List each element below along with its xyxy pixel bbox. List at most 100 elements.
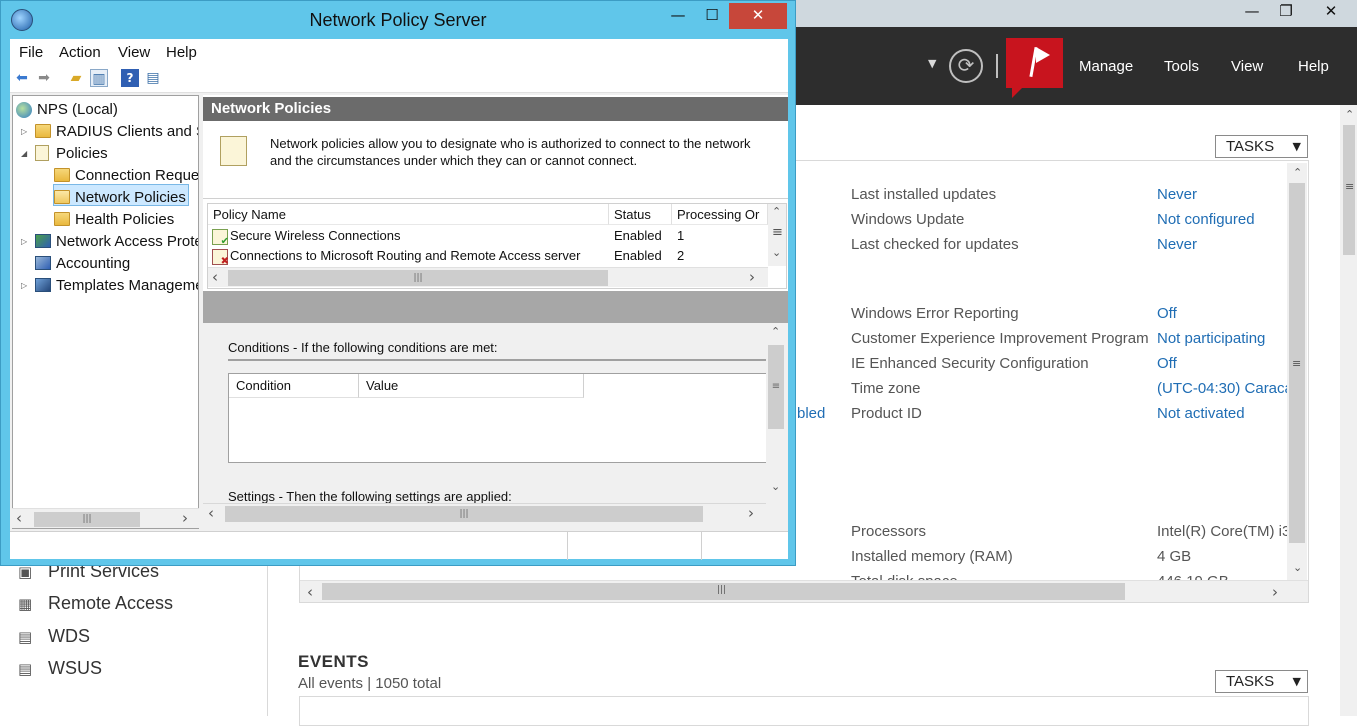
- tree-item-label: Connection Reque: [75, 167, 199, 184]
- scroll-up-icon[interactable]: ⌃: [771, 325, 780, 338]
- menu-help[interactable]: Help: [1298, 58, 1329, 75]
- partial-link-text[interactable]: bled: [797, 405, 825, 422]
- policies-list: Policy Name Status Processing Or ✔ Secur…: [207, 203, 787, 289]
- notifications-dropdown-icon[interactable]: ▼: [928, 57, 936, 70]
- scroll-right-icon[interactable]: ›: [1272, 583, 1278, 601]
- events-tasks-button[interactable]: TASKS ▼: [1215, 670, 1308, 693]
- globe-icon: [16, 102, 32, 118]
- policy-name: Secure Wireless Connections: [230, 228, 401, 243]
- forward-arrow-icon[interactable]: ➡: [35, 69, 53, 87]
- policy-enabled-icon: ✔: [212, 229, 229, 247]
- tree-scroll-thumb[interactable]: |||: [34, 512, 140, 527]
- scroll-left-icon[interactable]: ‹: [212, 268, 218, 286]
- remote-access-icon: ▦: [18, 595, 33, 613]
- templates-icon: [35, 278, 51, 292]
- console-tree: NPS (Local) ▷ RADIUS Clients and S ◢ Pol…: [12, 95, 199, 529]
- tree-item-label: Network Policies: [75, 189, 186, 206]
- help-icon[interactable]: ?: [121, 69, 139, 87]
- scroll-left-icon[interactable]: ‹: [208, 504, 214, 522]
- scroll-down-icon[interactable]: ⌄: [771, 480, 780, 493]
- collapse-icon[interactable]: ◢: [21, 149, 27, 158]
- tree-item-label: Templates Manageme: [56, 277, 199, 294]
- prop-value-link[interactable]: Not participating: [1157, 330, 1265, 347]
- column-header-policy-name[interactable]: Policy Name: [208, 204, 609, 225]
- show-hide-tree-icon[interactable]: ▥: [90, 69, 108, 87]
- minimize-button[interactable]: —: [661, 3, 695, 29]
- prop-value-link[interactable]: Never: [1157, 186, 1197, 203]
- prop-value-link[interactable]: Not configured: [1157, 211, 1255, 228]
- expand-icon[interactable]: ▷: [21, 281, 27, 290]
- prop-key: Installed memory (RAM): [851, 548, 1013, 565]
- menu-file[interactable]: File: [19, 44, 43, 61]
- column-header-value[interactable]: Value: [359, 374, 584, 398]
- details-horizontal-scrollbar[interactable]: ‹ ||| ›: [203, 503, 766, 523]
- events-panel: [299, 696, 1309, 726]
- tree-horizontal-scrollbar[interactable]: ‹ ||| ›: [12, 508, 199, 528]
- prop-key: Customer Experience Improvement Program: [851, 330, 1149, 347]
- scroll-left-icon[interactable]: ‹: [16, 509, 22, 527]
- column-header-processing-order[interactable]: Processing Or: [672, 204, 768, 225]
- refresh-icon[interactable]: ⟳: [949, 49, 983, 83]
- notifications-flag-icon[interactable]: [1006, 38, 1063, 88]
- details-h-scroll-thumb[interactable]: |||: [225, 506, 703, 522]
- scroll-down-icon[interactable]: ⌄: [1293, 561, 1302, 574]
- prop-value-link[interactable]: Not activated: [1157, 405, 1245, 422]
- menu-tools[interactable]: Tools: [1164, 58, 1199, 75]
- conditions-label: Conditions - If the following conditions…: [228, 340, 498, 355]
- scroll-up-icon[interactable]: ⌃: [772, 205, 781, 218]
- policy-document-icon: [220, 136, 247, 166]
- status-bar: [10, 531, 788, 560]
- sm-minimize-button[interactable]: —: [1234, 0, 1270, 22]
- close-button[interactable]: ✕: [729, 3, 787, 29]
- tree-item-label: Policies: [56, 145, 108, 162]
- menu-help[interactable]: Help: [166, 44, 197, 61]
- scroll-up-icon[interactable]: ⌃: [1293, 166, 1302, 179]
- column-header-condition[interactable]: Condition: [229, 374, 359, 398]
- list-scroll-thumb[interactable]: |||: [228, 270, 608, 286]
- grip-icon: ≡: [1292, 357, 1302, 370]
- prop-value-link[interactable]: Off: [1157, 305, 1177, 322]
- details-scroll-thumb[interactable]: ≡: [768, 345, 784, 429]
- properties-icon[interactable]: ▤: [144, 69, 162, 87]
- scroll-left-icon[interactable]: ‹: [307, 583, 313, 601]
- nav-item-wsus[interactable]: ▤ WSUS: [18, 658, 102, 679]
- sm-close-button[interactable]: ✕: [1313, 0, 1349, 22]
- pane-splitter[interactable]: [203, 291, 788, 323]
- server-icon: ▤: [18, 660, 33, 678]
- folder-icon: [35, 124, 51, 138]
- menu-view[interactable]: View: [118, 44, 150, 61]
- prop-value-link[interactable]: Off: [1157, 355, 1177, 372]
- scroll-right-icon[interactable]: ›: [182, 509, 188, 527]
- menu-manage[interactable]: Manage: [1079, 58, 1133, 75]
- tree-item-label: NPS (Local): [37, 101, 118, 118]
- sm-restore-button[interactable]: ❐: [1268, 0, 1304, 22]
- back-arrow-icon[interactable]: ⬅: [13, 69, 31, 87]
- scroll-right-icon[interactable]: ›: [749, 268, 755, 286]
- properties-tasks-button[interactable]: TASKS ▼: [1215, 135, 1308, 158]
- expand-icon[interactable]: ▷: [21, 237, 27, 246]
- prop-value-link[interactable]: (UTC-04:30) Caracas: [1157, 380, 1287, 397]
- nav-item-remote-access[interactable]: ▦ Remote Access: [18, 593, 173, 614]
- nav-item-wds[interactable]: ▤ WDS: [18, 626, 90, 647]
- tree-item-label: Accounting: [56, 255, 131, 272]
- nav-item-label: WSUS: [48, 658, 102, 678]
- nps-window: Network Policy Server — ☐ ✕ File Action …: [0, 0, 796, 566]
- prop-value: Intel(R) Core(TM) i3: [1157, 523, 1287, 540]
- maximize-button[interactable]: ☐: [695, 3, 729, 29]
- menu-view[interactable]: View: [1231, 58, 1263, 75]
- nps-titlebar[interactable]: Network Policy Server — ☐ ✕: [1, 1, 795, 39]
- expand-icon[interactable]: ▷: [21, 127, 27, 136]
- column-header-status[interactable]: Status: [609, 204, 672, 225]
- policy-status: Enabled: [614, 228, 662, 243]
- settings-label: Settings - Then the following settings a…: [228, 489, 512, 504]
- scroll-up-icon[interactable]: ⌃: [1345, 108, 1354, 121]
- scroll-down-icon[interactable]: ⌄: [772, 246, 781, 259]
- list-vertical-scrollbar[interactable]: ⌃ ≡ ⌄: [768, 204, 786, 266]
- scroll-right-icon[interactable]: ›: [748, 504, 754, 522]
- pane-header: Network Policies: [203, 97, 788, 121]
- menu-action[interactable]: Action: [59, 44, 101, 61]
- up-folder-icon[interactable]: ▰: [67, 69, 85, 87]
- list-horizontal-scrollbar[interactable]: ‹ ||| ›: [208, 267, 768, 287]
- tree-item-label: Network Access Prote: [56, 233, 199, 250]
- prop-value-link[interactable]: Never: [1157, 236, 1197, 253]
